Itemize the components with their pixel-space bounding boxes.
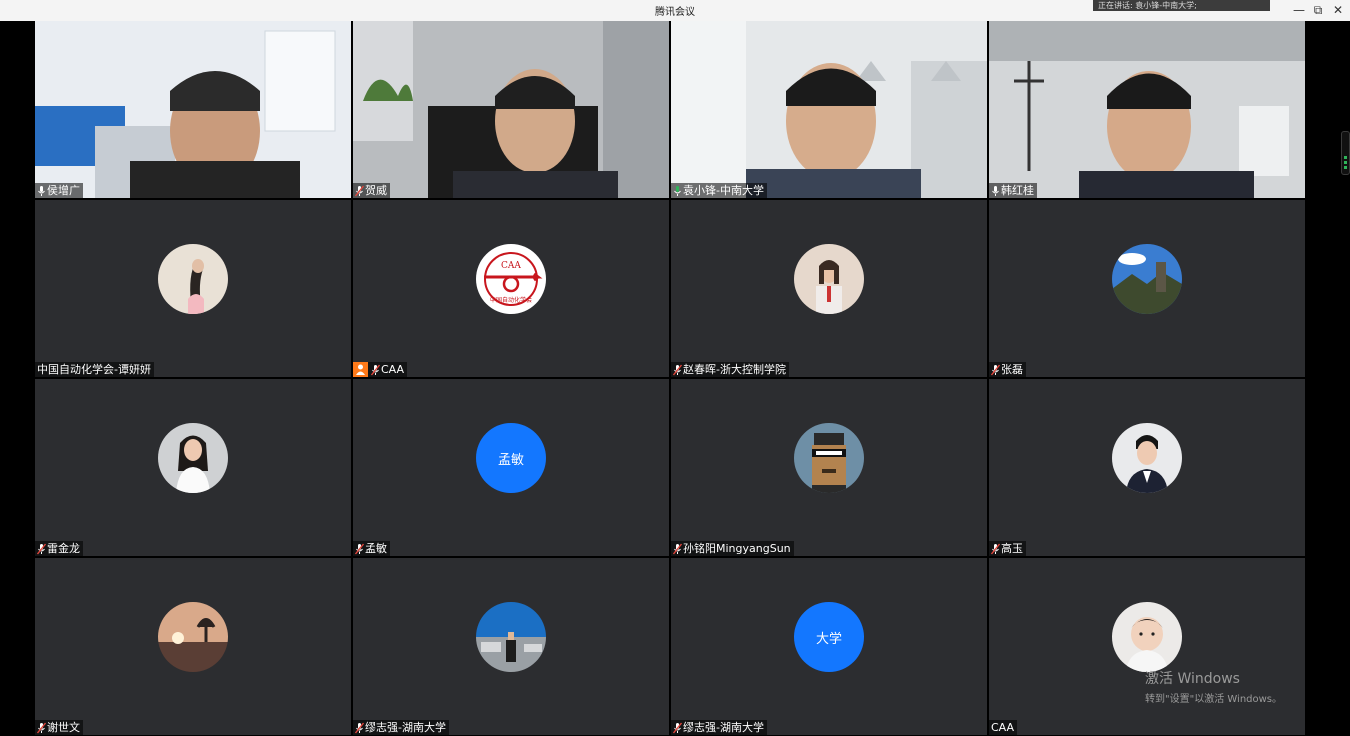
participant-tile[interactable]: 中国自动化学会-谭妍妍	[35, 200, 351, 377]
participant-name-tag: 缪志强-湖南大学	[353, 720, 449, 735]
participant-tile[interactable]: 张磊	[989, 200, 1305, 377]
baby-avatar	[1112, 602, 1182, 672]
participant-tile[interactable]: CAA	[989, 558, 1305, 735]
video-gallery: 侯增广 贺威 袁小锋-中南大学 韩红桂 中国自动化学会-谭妍妍 CAA 中国自动…	[35, 21, 1305, 736]
mic-muted-icon	[673, 543, 682, 554]
participant-name-tag: 张磊	[989, 362, 1026, 377]
participant-name-tag: 韩红桂	[989, 183, 1037, 198]
close-button[interactable]: ✕	[1329, 2, 1347, 18]
mic-icon	[992, 185, 999, 196]
participant-tile[interactable]: 谢世文	[35, 558, 351, 735]
mic-muted-icon	[37, 543, 46, 554]
mic-muted-icon	[371, 364, 380, 375]
participant-name-tag: 雷金龙	[35, 541, 83, 556]
mic-icon	[38, 185, 45, 196]
participant-avatar	[794, 244, 864, 314]
participant-name: 缪志强-湖南大学	[683, 721, 764, 734]
participant-name: 赵春晖-浙大控制学院	[683, 363, 786, 376]
title-bar: 腾讯会议 正在讲话: 袁小锋-中南大学; — ⧉ ✕	[0, 0, 1350, 21]
participant-name-tag: 贺威	[353, 183, 390, 198]
watermark-line-2: 转到"设置"以激活 Windows。	[1145, 694, 1283, 705]
participant-name: 孙铭阳MingyangSun	[683, 542, 791, 555]
participant-name-tag: 中国自动化学会-谭妍妍	[35, 362, 154, 377]
sunset-avatar	[158, 602, 228, 672]
speaking-notice: 正在讲话: 袁小锋-中南大学;	[1093, 0, 1270, 11]
participant-avatar	[1112, 423, 1182, 493]
participant-tile[interactable]: 雷金龙	[35, 379, 351, 556]
participant-text-avatar: 孟敏	[476, 423, 546, 493]
mic-muted-icon	[37, 722, 46, 733]
participant-name: 高玉	[1001, 542, 1023, 555]
participant-name: 中国自动化学会-谭妍妍	[37, 363, 151, 376]
participant-tile[interactable]: CAA 中国自动化学会 CAA	[353, 200, 669, 377]
audio-level-indicator	[1341, 131, 1350, 175]
participant-name-tag: 高玉	[989, 541, 1026, 556]
participant-tile[interactable]: 孙铭阳MingyangSun	[671, 379, 987, 556]
video-feed	[35, 21, 351, 198]
participant-tile[interactable]: 高玉	[989, 379, 1305, 556]
participant-name: 张磊	[1001, 363, 1023, 376]
caa-logo-text: CAA	[501, 261, 521, 271]
participant-name: 雷金龙	[47, 542, 80, 555]
mic-muted-icon	[355, 185, 364, 196]
participant-name-tag: 侯增广	[35, 183, 83, 198]
participant-tile[interactable]: 缪志强-湖南大学	[353, 558, 669, 735]
participant-name-tag: CAA	[989, 720, 1018, 735]
mic-muted-icon	[673, 722, 682, 733]
participant-tile[interactable]: 大学 缪志强-湖南大学	[671, 558, 987, 735]
participant-name-tag: CAA	[353, 362, 408, 377]
video-feed	[989, 21, 1305, 198]
restore-button[interactable]: ⧉	[1309, 2, 1327, 18]
host-icon	[353, 362, 368, 377]
video-feed	[353, 21, 669, 198]
participant-tile-speaking[interactable]: 袁小锋-中南大学	[671, 21, 987, 198]
participant-name: 贺威	[365, 184, 387, 197]
mic-muted-icon	[991, 543, 1000, 554]
caa-logo-avatar: CAA 中国自动化学会	[476, 244, 546, 314]
minimize-button[interactable]: —	[1290, 2, 1308, 18]
participant-tile[interactable]: 孟敏 孟敏	[353, 379, 669, 556]
participant-name: 谢世文	[47, 721, 80, 734]
mic-muted-icon	[673, 364, 682, 375]
mic-muted-icon	[355, 543, 364, 554]
mic-muted-icon	[991, 364, 1000, 375]
participant-avatar	[158, 423, 228, 493]
pixel-art-avatar	[794, 423, 864, 493]
participant-name-tag: 袁小锋-中南大学	[671, 183, 767, 198]
windows-activation-watermark: 激活 Windows 转到"设置"以激活 Windows。	[1145, 668, 1282, 705]
participant-name: CAA	[991, 721, 1015, 734]
participant-name: 孟敏	[365, 542, 387, 555]
participant-tile[interactable]: 韩红桂	[989, 21, 1305, 198]
video-feed	[671, 21, 987, 198]
mic-active-icon	[674, 185, 681, 196]
participant-name-tag: 孙铭阳MingyangSun	[671, 541, 794, 556]
participant-name-tag: 孟敏	[353, 541, 390, 556]
participant-name: 袁小锋-中南大学	[683, 184, 764, 197]
participant-name: 韩红桂	[1001, 184, 1034, 197]
participant-avatar	[158, 244, 228, 314]
participant-name-tag: 缪志强-湖南大学	[671, 720, 767, 735]
participant-name-tag: 赵春晖-浙大控制学院	[671, 362, 789, 377]
participant-name: CAA	[381, 363, 405, 376]
participant-name: 侯增广	[47, 184, 80, 197]
participant-name-tag: 谢世文	[35, 720, 83, 735]
participant-text-avatar: 大学	[794, 602, 864, 672]
participant-avatar	[1112, 244, 1182, 314]
caa-logo-ring-text: 中国自动化学会	[490, 296, 532, 304]
participant-tile[interactable]: 赵春晖-浙大控制学院	[671, 200, 987, 377]
participant-tile[interactable]: 侯增广	[35, 21, 351, 198]
participant-tile[interactable]: 贺威	[353, 21, 669, 198]
watermark-line-1: 激活 Windows	[1145, 671, 1240, 687]
participant-name: 缪志强-湖南大学	[365, 721, 446, 734]
participant-avatar	[476, 602, 546, 672]
mic-muted-icon	[355, 722, 364, 733]
